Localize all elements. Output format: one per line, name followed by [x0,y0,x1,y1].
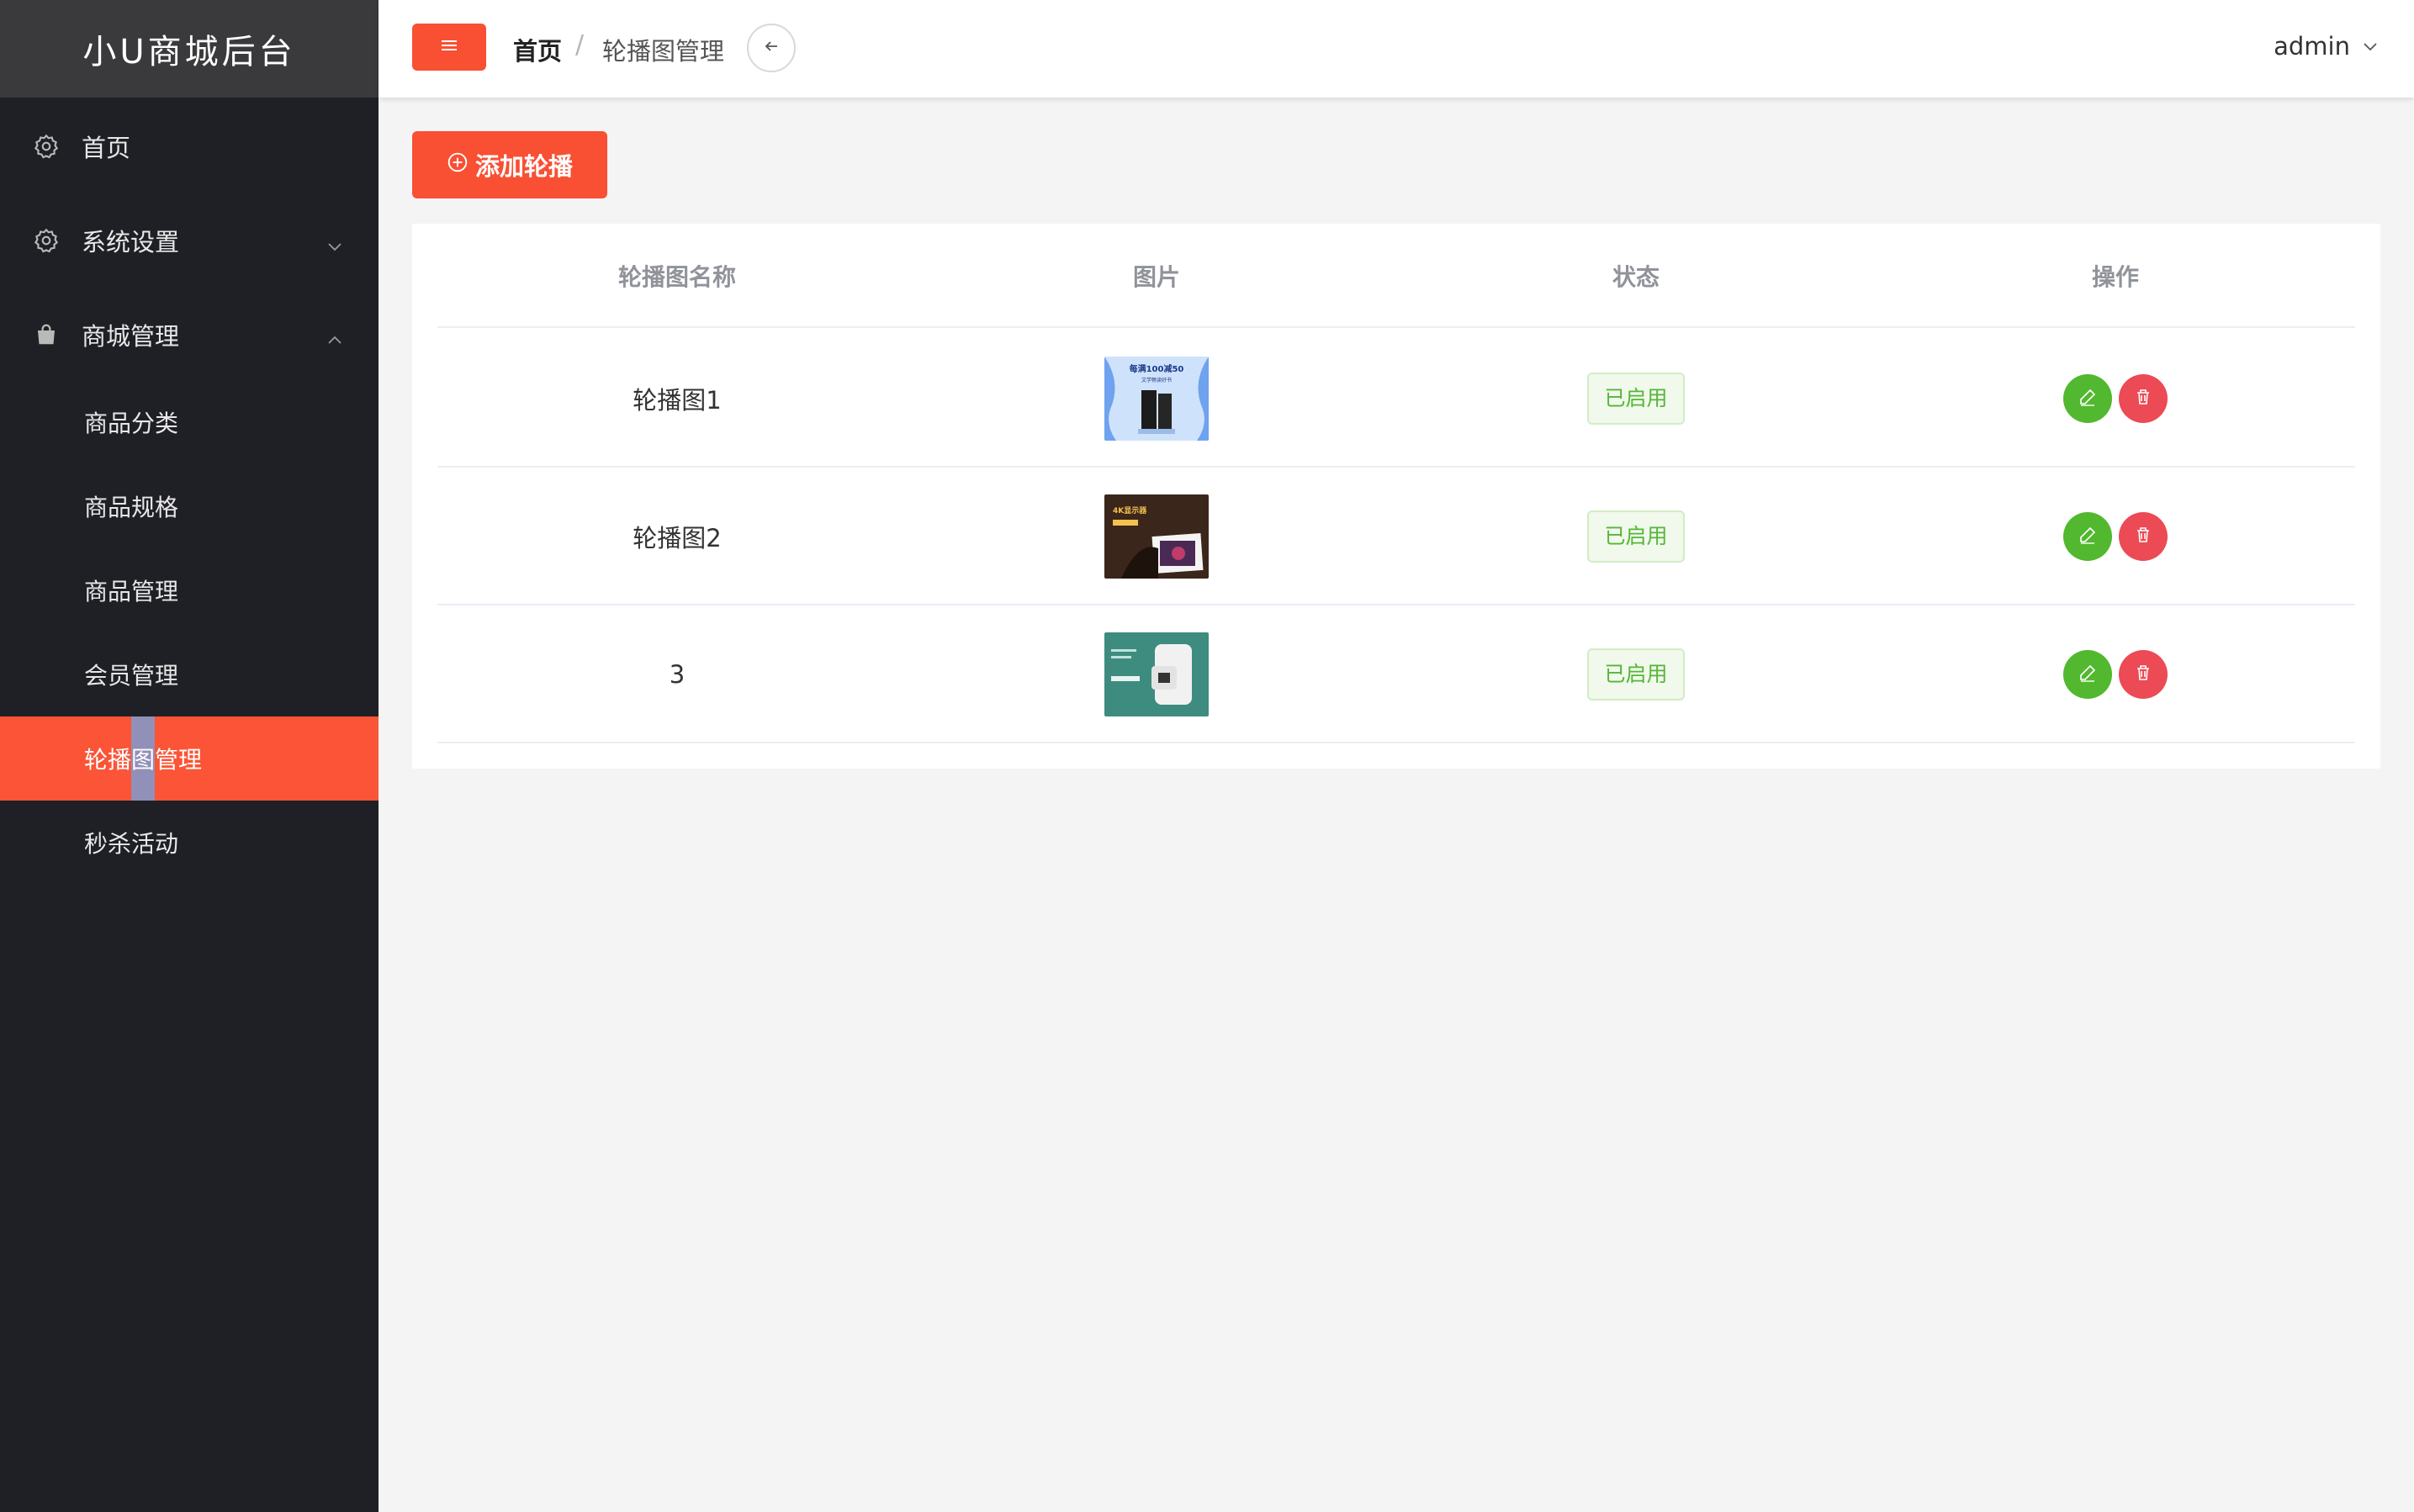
sidebar-item-label: 商城管理 [82,322,180,351]
delete-button[interactable] [2119,650,2168,699]
trash-icon [2133,660,2153,689]
trash-icon [2133,522,2153,551]
sidebar-item-member[interactable]: 会员管理 [0,632,379,716]
sidebar-item-category[interactable]: 商品分类 [0,380,379,464]
sidebar-item-system[interactable]: 系统设置 [0,198,379,283]
sidebar-item-banner[interactable]: 轮播图管理 [0,716,379,801]
status-badge: 已启用 [1587,648,1685,700]
sidebar-item-spec[interactable]: 商品规格 [0,464,379,548]
column-header-actions: 操作 [2091,263,2139,291]
arrow-left-icon [762,37,781,59]
column-header-name: 轮播图名称 [617,263,736,291]
status-badge: 已启用 [1587,373,1685,425]
table-row: 轮播图2 4K显示器 已启用 [437,468,2355,605]
banner-name: 轮播图2 [633,524,722,552]
gear-icon [32,132,61,161]
banner-thumbnail[interactable]: 4K显示器 [1104,494,1209,579]
thumb-text: 每满100减50 [1130,363,1184,374]
banner-name: 轮播图1 [633,386,722,415]
table-row: 3 已启用 [437,605,2355,743]
sidebar-item-label: 首页 [82,134,131,162]
add-banner-label: 添加轮播 [474,152,573,181]
delete-button[interactable] [2119,512,2168,561]
brand-title: 小U商城后台 [0,0,379,98]
delete-button[interactable] [2119,374,2168,423]
thumb-subtext: 文学畅读好书 [1141,377,1172,383]
banner-name: 3 [669,660,686,689]
chevron-down-icon [326,232,343,251]
shopping-bag-icon [32,320,61,349]
sidebar-item-label: 会员管理 [84,662,179,690]
sidebar-item-label: 秒杀活动 [84,830,179,858]
table-row: 轮播图1 每满100减50 文学畅读好书 已启用 [437,330,2355,468]
sidebar: 小U商城后台 首页 系统设置 商城管理 商品分类 商品规格 商品管理 会员管理 [0,0,379,1512]
sidebar-item-goods[interactable]: 商品管理 [0,548,379,632]
back-button[interactable] [747,24,796,72]
trash-icon [2133,384,2153,413]
chevron-up-icon [326,326,343,344]
breadcrumb-current: 轮播图管理 [602,37,725,66]
menu-toggle-button[interactable] [412,24,486,71]
sidebar-item-seckill[interactable]: 秒杀活动 [0,801,379,885]
breadcrumb-home[interactable]: 首页 [513,32,562,67]
pencil-icon [2078,660,2098,689]
plus-circle-icon [447,151,469,179]
column-header-status: 状态 [1612,263,1660,291]
sidebar-item-label: 商品分类 [84,410,179,437]
top-header: 首页 / 轮播图管理 admin [379,0,2414,98]
banner-table: 轮播图名称 图片 状态 操作 轮播图1 每满100减50 文学畅读好书 已启用 … [412,224,2380,769]
pencil-icon [2078,522,2098,551]
sidebar-item-label: 商品管理 [84,578,179,605]
banner-thumbnail[interactable]: 每满100减50 文学畅读好书 [1104,357,1209,441]
banner-thumbnail[interactable] [1104,632,1209,716]
edit-button[interactable] [2063,650,2112,699]
gear-icon [32,226,61,255]
sidebar-item-label: 系统设置 [82,228,180,256]
user-menu[interactable]: admin [2274,32,2379,61]
status-badge: 已启用 [1587,510,1685,563]
table-header: 轮播图名称 图片 状态 操作 [437,224,2355,328]
hamburger-icon [441,39,458,56]
chevron-down-icon [2362,32,2379,61]
sidebar-item-home[interactable]: 首页 [0,104,379,188]
edit-button[interactable] [2063,512,2112,561]
username: admin [2274,32,2350,61]
column-header-image: 图片 [1132,263,1180,291]
edit-button[interactable] [2063,374,2112,423]
sidebar-item-label: 轮播图管理 [84,746,203,774]
thumb-text: 4K显示器 [1113,506,1147,515]
breadcrumb-separator: / [575,30,585,60]
sidebar-item-label: 商品规格 [84,494,179,521]
sidebar-item-mall[interactable]: 商城管理 [0,293,379,377]
add-banner-button[interactable]: 添加轮播 [412,131,607,198]
pencil-icon [2078,384,2098,413]
